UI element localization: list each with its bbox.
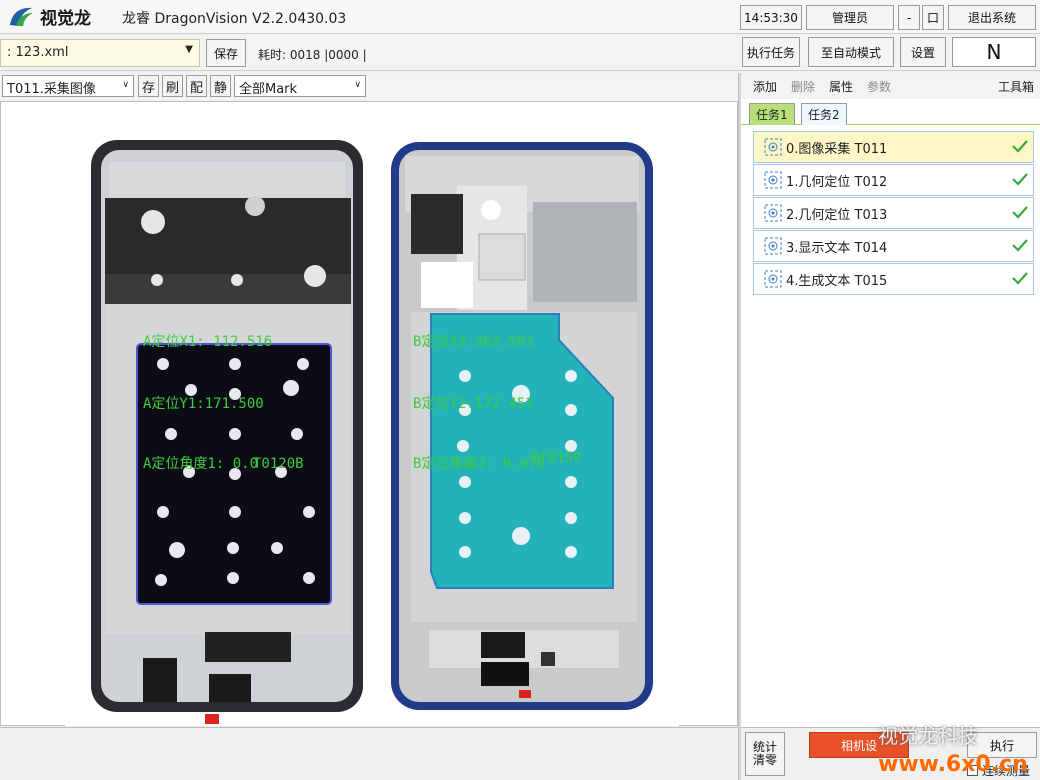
mark-combo-value: 全部Mark (239, 82, 298, 97)
auto-mode-button[interactable]: 至自动模式 (808, 37, 894, 67)
image-canvas[interactable]: A定位X1: 112.516 A定位Y1:171.500 A定位角度1: 0.0… (0, 101, 738, 726)
chevron-down-icon: ∨ (122, 80, 129, 90)
overlay-b-y: B定位Y2:172.451 (413, 396, 534, 412)
task-combo[interactable]: T011.采集图像 ∨ (2, 75, 134, 97)
status-indicator: N (952, 37, 1036, 67)
task-label: 3.显示文本 T014 (786, 240, 888, 256)
settings-button[interactable]: 设置 (900, 37, 946, 67)
task-panel: 添加 删除 属性 参数 工具箱 任务1 任务2 0.图像采集 T011 1.几何… (741, 73, 1040, 727)
check-icon (1011, 170, 1029, 192)
config-button[interactable]: 配 (186, 75, 207, 97)
task-item[interactable]: 2.几何定位 T013 (753, 197, 1034, 229)
chevron-down-icon: ∨ (354, 80, 361, 90)
toolbox-button[interactable]: 工具箱 (998, 78, 1034, 95)
app-title: 龙睿 DragonVision V2.2.0430.03 (122, 11, 347, 27)
refresh-button[interactable]: 刷 (162, 75, 183, 97)
task-label: 1.几何定位 T012 (786, 174, 888, 190)
clock-display: 14:53:30 (740, 5, 802, 30)
watermark-site: www.6x0.cn (878, 752, 1028, 777)
config-file-select[interactable]: : 123.xml ▼ (0, 39, 200, 67)
tab-task-1[interactable]: 任务1 (749, 103, 795, 125)
overlay-a-code: T0120B (253, 456, 304, 472)
dragon-logo-icon (6, 5, 36, 29)
task-combo-value: T011.采集图像 (7, 82, 96, 97)
add-task-button[interactable]: 添加 (753, 78, 777, 95)
overlay-a-x: A定位X1: 112.516 (143, 334, 272, 350)
run-task-button[interactable]: 执行任务 (742, 37, 800, 67)
title-bar: 视觉龙 龙睿 DragonVision V2.2.0430.03 14:53:3… (0, 0, 1040, 34)
check-icon (1011, 236, 1029, 258)
check-icon (1011, 203, 1029, 225)
task-label: 0.图像采集 T011 (786, 141, 888, 157)
overlay-b-x: B定位X2:302.503 (413, 334, 534, 350)
mark-combo[interactable]: 全部Mark ∨ (234, 75, 366, 97)
task-label: 2.几何定位 T013 (786, 207, 888, 223)
static-button[interactable]: 静 (210, 75, 231, 97)
overlay-a-y: A定位Y1:171.500 (143, 396, 264, 412)
exit-system-button[interactable]: 退出系统 (948, 5, 1036, 30)
logo-text: 视觉龙 (40, 9, 91, 29)
save-button[interactable]: 保存 (206, 39, 246, 67)
task-module-icon (764, 171, 782, 189)
image-toolbar: T011.采集图像 ∨ 存 刷 配 静 全部Mark ∨ (0, 73, 738, 101)
properties-button[interactable]: 属性 (829, 78, 853, 95)
task-label: 4.生成文本 T015 (786, 273, 888, 289)
app-logo: 视觉龙 (6, 4, 91, 29)
check-icon (1011, 269, 1029, 291)
overlay-b-angle: B定位角度2: 0.075 (413, 456, 545, 472)
dropdown-arrow-icon: ▼ (185, 44, 193, 55)
minimize-button[interactable]: - (898, 5, 920, 30)
task-module-icon (764, 138, 782, 156)
check-icon (1011, 137, 1029, 159)
user-button[interactable]: 管理员 (806, 5, 894, 30)
task-tabs: 任务1 任务2 (741, 101, 1040, 125)
task-module-icon (764, 204, 782, 222)
overlay-b-code: 0T0150 (531, 450, 582, 466)
camera-image: A定位X1: 112.516 A定位Y1:171.500 A定位角度1: 0.0… (65, 102, 679, 726)
status-area (0, 727, 738, 780)
parameters-button[interactable]: 参数 (867, 78, 891, 95)
watermark-text: 视觉龙科技 (878, 724, 978, 748)
task-item[interactable]: 0.图像采集 T011 (753, 131, 1034, 163)
main-toolbar: : 123.xml ▼ 保存 执行任务 至自动模式 设置 N (0, 35, 1040, 71)
stats-clear-button[interactable]: 统计 清零 (745, 732, 785, 776)
overlay-a-angle: A定位角度1: 0.0 (143, 456, 258, 472)
task-item[interactable]: 3.显示文本 T014 (753, 230, 1034, 262)
elapsed-time-status: 耗时: 0018 |0000 | (258, 48, 367, 62)
task-item[interactable]: 1.几何定位 T012 (753, 164, 1034, 196)
maximize-button[interactable]: 口 (922, 5, 944, 30)
task-list: 0.图像采集 T011 1.几何定位 T012 2.几何定位 T013 3.显示… (753, 131, 1034, 296)
task-item[interactable]: 4.生成文本 T015 (753, 263, 1034, 295)
task-module-icon (764, 270, 782, 288)
save-image-button[interactable]: 存 (138, 75, 159, 97)
config-file-value: : 123.xml (7, 45, 69, 60)
tab-task-2[interactable]: 任务2 (801, 103, 847, 125)
task-module-icon (764, 237, 782, 255)
task-panel-toolbar: 添加 删除 属性 参数 工具箱 (741, 73, 1040, 99)
delete-task-button[interactable]: 删除 (791, 78, 815, 95)
